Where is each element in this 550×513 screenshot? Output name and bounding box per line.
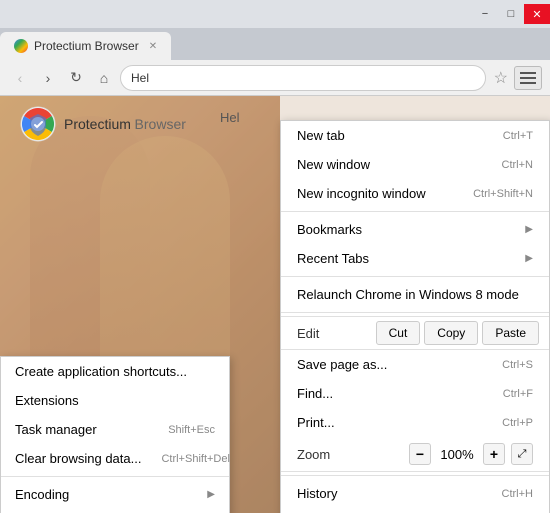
menu-item-new-incognito-label: New incognito window bbox=[297, 186, 426, 201]
protectium-logo-icon bbox=[20, 106, 56, 142]
tab-title: Protectium Browser bbox=[34, 39, 139, 53]
menu-line-1 bbox=[520, 72, 536, 74]
menu-item-history-label: History bbox=[297, 486, 337, 501]
menu-copy-button[interactable]: Copy bbox=[424, 321, 478, 345]
logo-name-area: Protectium Browser bbox=[64, 116, 186, 132]
submenu-item-encoding[interactable]: Encoding ▶ bbox=[1, 480, 229, 509]
menu-zoom-row: Zoom − 100% + ⤢ bbox=[281, 437, 549, 472]
menu-item-relaunch[interactable]: Relaunch Chrome in Windows 8 mode bbox=[281, 280, 549, 309]
logo-browser-text: Browser bbox=[135, 116, 186, 132]
submenu-item-task-manager-label: Task manager bbox=[15, 422, 97, 437]
submenu-item-extensions-label: Extensions bbox=[15, 393, 79, 408]
submenu-item-task-manager-shortcut: Shift+Esc bbox=[168, 424, 215, 436]
zoom-fullscreen-button[interactable]: ⤢ bbox=[511, 443, 533, 465]
address-text: Hel bbox=[131, 71, 149, 85]
close-button[interactable]: ✕ bbox=[524, 4, 550, 24]
tab-favicon-icon bbox=[14, 39, 28, 53]
menu-item-new-window-label: New window bbox=[297, 157, 370, 172]
chrome-menu-button[interactable] bbox=[514, 66, 542, 90]
menu-item-save-page[interactable]: Save page as... Ctrl+S bbox=[281, 350, 549, 379]
refresh-button[interactable]: ↻ bbox=[64, 66, 88, 90]
menu-item-save-page-shortcut: Ctrl+S bbox=[502, 359, 533, 371]
menu-cut-button[interactable]: Cut bbox=[376, 321, 421, 345]
menu-line-3 bbox=[520, 82, 536, 84]
submenu-item-extensions[interactable]: Extensions bbox=[1, 386, 229, 415]
menu-edit-row: Edit Cut Copy Paste bbox=[281, 316, 549, 350]
logo-protectium-text: Protectium bbox=[64, 116, 131, 132]
address-bar[interactable]: Hel bbox=[120, 65, 486, 91]
menu-item-new-window[interactable]: New window Ctrl+N bbox=[281, 150, 549, 179]
menu-item-print-label: Print... bbox=[297, 415, 335, 430]
home-button[interactable]: ⌂ bbox=[92, 66, 116, 90]
header-help-text: Hel bbox=[220, 110, 240, 125]
menu-item-save-page-label: Save page as... bbox=[297, 357, 387, 372]
menu-item-bookmarks-arrow-icon: ▶ bbox=[525, 224, 533, 235]
menu-item-print[interactable]: Print... Ctrl+P bbox=[281, 408, 549, 437]
menu-item-recent-tabs-label: Recent Tabs bbox=[297, 251, 369, 266]
menu-edit-label: Edit bbox=[281, 322, 335, 345]
submenu-item-clear-browsing-label: Clear browsing data... bbox=[15, 451, 141, 466]
menu-edit-buttons: Cut Copy Paste bbox=[335, 321, 549, 345]
submenu-item-view-source[interactable]: View source Ctrl+U bbox=[1, 509, 229, 513]
menu-zoom-label: Zoom bbox=[297, 447, 401, 462]
menu-paste-button[interactable]: Paste bbox=[482, 321, 539, 345]
menu-item-find-shortcut: Ctrl+F bbox=[503, 388, 533, 400]
menu-item-relaunch-label: Relaunch Chrome in Windows 8 mode bbox=[297, 287, 519, 302]
maximize-button[interactable]: □ bbox=[498, 4, 524, 24]
menu-item-new-incognito[interactable]: New incognito window Ctrl+Shift+N bbox=[281, 179, 549, 208]
menu-item-new-tab-label: New tab bbox=[297, 128, 345, 143]
tab-bar: Protectium Browser ✕ bbox=[0, 28, 550, 60]
minimize-button[interactable]: − bbox=[472, 4, 498, 24]
menu-item-new-tab-shortcut: Ctrl+T bbox=[503, 130, 533, 142]
menu-item-bookmarks-label: Bookmarks bbox=[297, 222, 362, 237]
menu-divider-4 bbox=[281, 475, 549, 476]
menu-item-find[interactable]: Find... Ctrl+F bbox=[281, 379, 549, 408]
browser-tab[interactable]: Protectium Browser ✕ bbox=[0, 32, 171, 60]
submenu-divider bbox=[1, 476, 229, 477]
menu-line-2 bbox=[520, 77, 536, 79]
back-button[interactable]: ‹ bbox=[8, 66, 32, 90]
submenu-item-clear-browsing[interactable]: Clear browsing data... Ctrl+Shift+Del bbox=[1, 444, 229, 473]
submenu-item-shortcuts[interactable]: Create application shortcuts... bbox=[1, 357, 229, 386]
submenu-item-clear-browsing-shortcut: Ctrl+Shift+Del bbox=[161, 453, 229, 465]
zoom-value-display: 100% bbox=[437, 447, 477, 462]
more-tools-submenu: Create application shortcuts... Extensio… bbox=[0, 356, 230, 513]
menu-divider-2 bbox=[281, 276, 549, 277]
browser-content: 🛡 Protectium Browser Hel Create applicat bbox=[0, 96, 550, 513]
menu-item-history-shortcut: Ctrl+H bbox=[502, 488, 533, 500]
menu-item-recent-tabs-arrow-icon: ▶ bbox=[525, 253, 533, 264]
submenu-item-shortcuts-label: Create application shortcuts... bbox=[15, 364, 187, 379]
menu-item-print-shortcut: Ctrl+P bbox=[502, 417, 533, 429]
menu-item-new-window-shortcut: Ctrl+N bbox=[502, 159, 533, 171]
zoom-in-button[interactable]: + bbox=[483, 443, 505, 465]
title-bar-buttons: − □ ✕ bbox=[472, 4, 550, 24]
menu-item-bookmarks[interactable]: Bookmarks ▶ bbox=[281, 215, 549, 244]
menu-divider-3 bbox=[281, 312, 549, 313]
submenu-item-task-manager[interactable]: Task manager Shift+Esc bbox=[1, 415, 229, 444]
menu-item-new-tab[interactable]: New tab Ctrl+T bbox=[281, 121, 549, 150]
menu-divider-1 bbox=[281, 211, 549, 212]
menu-item-history[interactable]: History Ctrl+H bbox=[281, 479, 549, 508]
bookmark-star-button[interactable]: ☆ bbox=[490, 66, 512, 90]
menu-item-find-label: Find... bbox=[297, 386, 333, 401]
tab-close-button[interactable]: ✕ bbox=[149, 41, 157, 52]
menu-item-recent-tabs[interactable]: Recent Tabs ▶ bbox=[281, 244, 549, 273]
menu-item-new-incognito-shortcut: Ctrl+Shift+N bbox=[473, 188, 533, 200]
toolbar-right: ☆ bbox=[490, 66, 542, 90]
logo-area: Protectium Browser bbox=[20, 106, 186, 142]
toolbar: ‹ › ↻ ⌂ Hel ☆ bbox=[0, 60, 550, 96]
chrome-context-menu: New tab Ctrl+T New window Ctrl+N New inc… bbox=[280, 120, 550, 513]
menu-item-downloads[interactable]: Downloads Ctrl+J bbox=[281, 508, 549, 513]
submenu-item-encoding-label: Encoding bbox=[15, 487, 69, 502]
zoom-out-button[interactable]: − bbox=[409, 443, 431, 465]
menu-zoom-controls: − 100% + ⤢ bbox=[409, 443, 533, 465]
forward-button[interactable]: › bbox=[36, 66, 60, 90]
submenu-encoding-arrow-icon: ▶ bbox=[207, 489, 215, 500]
title-bar: − □ ✕ bbox=[0, 0, 550, 28]
